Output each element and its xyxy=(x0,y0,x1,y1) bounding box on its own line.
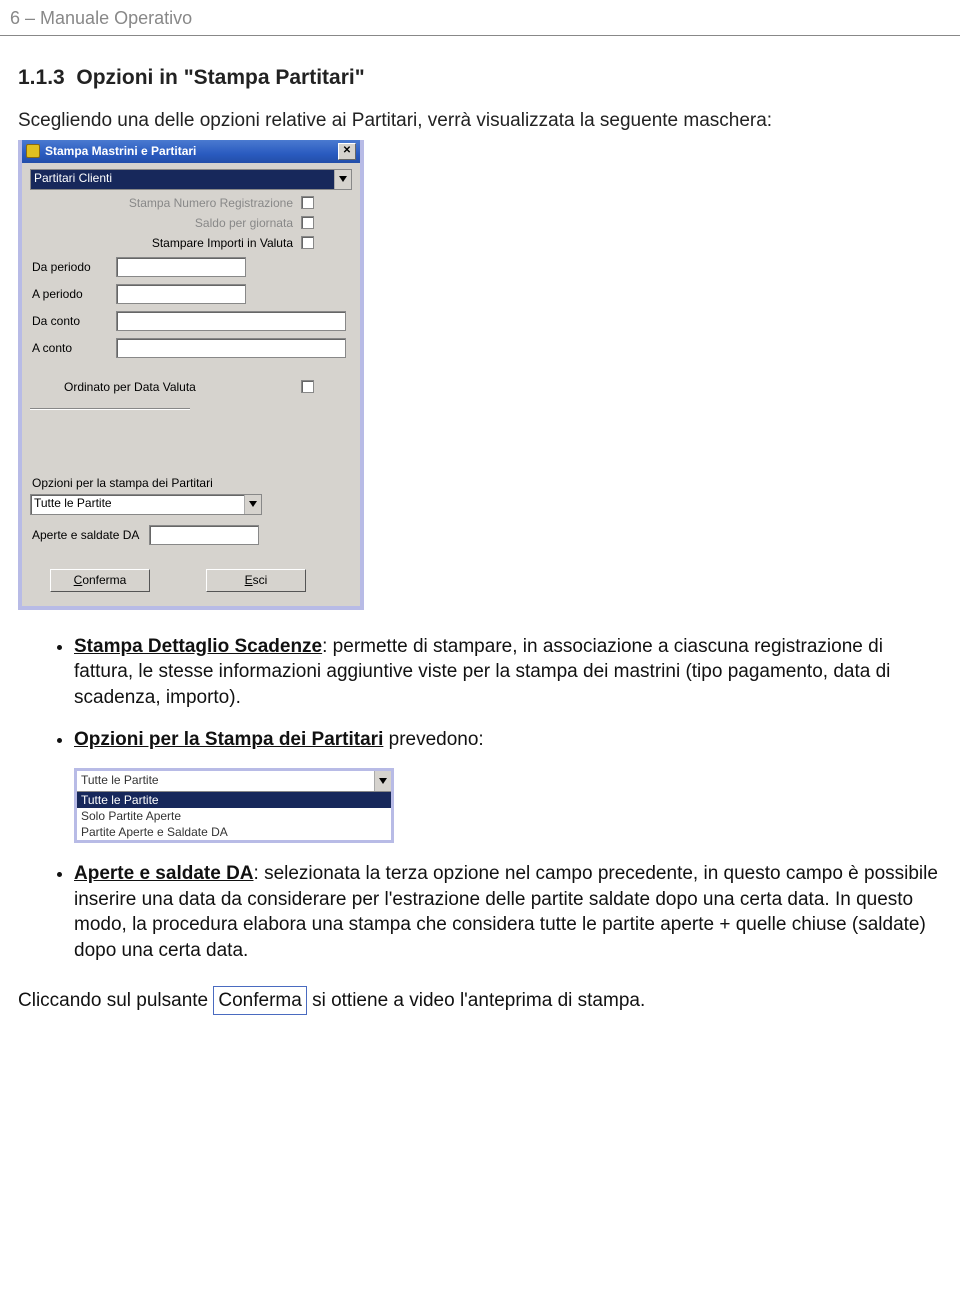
label-opzioni-partitari: Opzioni per la stampa dei Partitari xyxy=(32,476,352,490)
bullet-list: Stampa Dettaglio Scadenze: permette di s… xyxy=(18,634,942,753)
esci-underline: E xyxy=(245,573,253,587)
label-da-conto: Da conto xyxy=(30,314,116,328)
closing-paragraph: Cliccando sul pulsante Conferma si ottie… xyxy=(18,986,942,1016)
combo-opzioni-value: Tutte le Partite xyxy=(31,495,244,514)
bullet-opzioni-stampa: Opzioni per la Stampa dei Partitari prev… xyxy=(74,727,942,753)
checkbox-ordinato-data-valuta[interactable] xyxy=(301,380,314,393)
combo-arrow-icon[interactable] xyxy=(374,771,391,791)
header-title: Manuale Operativo xyxy=(40,8,192,28)
dialog-title: Stampa Mastrini e Partitari xyxy=(45,144,338,158)
dialog-window: Stampa Mastrini e Partitari ✕ Partitari … xyxy=(18,140,364,610)
bullet-list-2: Aperte e saldate DA: selezionata la terz… xyxy=(18,861,942,964)
input-aperte-saldate-da[interactable] xyxy=(149,525,259,545)
dropdown-open-illustration: Tutte le Partite Tutte le Partite Solo P… xyxy=(74,768,394,843)
combo-arrow-icon[interactable] xyxy=(244,495,261,514)
section-title: Opzioni in "Stampa Partitari" xyxy=(76,66,364,89)
checkbox-importi-valuta[interactable] xyxy=(301,236,314,249)
bullet2-bold: Opzioni per la Stampa dei Partitari xyxy=(74,729,383,750)
dropdown-item-2[interactable]: Partite Aperte e Saldate DA xyxy=(77,824,391,840)
dropdown-value: Tutte le Partite xyxy=(77,771,374,791)
conferma-rest: onferma xyxy=(82,573,126,587)
divider-line xyxy=(30,408,190,410)
close-button[interactable]: ✕ xyxy=(338,143,356,160)
label-a-conto: A conto xyxy=(30,341,116,355)
input-a-periodo[interactable] xyxy=(116,284,246,304)
dropdown-list: Tutte le Partite Solo Partite Aperte Par… xyxy=(77,792,391,840)
dropdown-item-0[interactable]: Tutte le Partite xyxy=(77,792,391,808)
bullet2-text: prevedono: xyxy=(383,729,483,750)
input-da-conto[interactable] xyxy=(116,311,346,331)
label-a-periodo: A periodo xyxy=(30,287,116,301)
combo-report-type-value: Partitari Clienti xyxy=(31,170,334,189)
closing-pre: Cliccando sul pulsante xyxy=(18,990,213,1011)
dropdown-field[interactable]: Tutte le Partite xyxy=(77,771,391,792)
combo-opzioni-partitari[interactable]: Tutte le Partite xyxy=(30,494,262,515)
bullet1-bold: Stampa Dettaglio Scadenze xyxy=(74,636,322,657)
header-sep: – xyxy=(20,8,40,28)
dropdown-item-1[interactable]: Solo Partite Aperte xyxy=(77,808,391,824)
label-ordinato-data-valuta: Ordinato per Data Valuta xyxy=(30,380,301,394)
label-importi-valuta: Stampare Importi in Valuta xyxy=(30,236,301,250)
section-heading: 1.1.3 Opzioni in "Stampa Partitari" xyxy=(18,66,942,90)
checkbox-saldo-giornata[interactable] xyxy=(301,216,314,229)
label-da-periodo: Da periodo xyxy=(30,260,116,274)
esci-rest: sci xyxy=(253,573,268,587)
input-da-periodo[interactable] xyxy=(116,257,246,277)
bullet3-bold: Aperte e saldate DA xyxy=(74,863,254,884)
label-stampa-numero: Stampa Numero Registrazione xyxy=(30,196,301,210)
conferma-button[interactable]: Conferma xyxy=(50,569,150,592)
page-header: 6 – Manuale Operativo xyxy=(0,0,960,36)
label-aperte-saldate-da: Aperte e saldate DA xyxy=(30,528,139,542)
page-number: 6 xyxy=(10,8,20,28)
intro-text: Scegliendo una delle opzioni relative ai… xyxy=(18,108,942,134)
closing-post: si ottiene a video l'anteprima di stampa… xyxy=(307,990,645,1011)
bullet-aperte-saldate: Aperte e saldate DA: selezionata la terz… xyxy=(74,861,942,964)
conferma-underline: C xyxy=(74,573,83,587)
combo-report-type[interactable]: Partitari Clienti xyxy=(30,169,352,190)
checkbox-stampa-numero[interactable] xyxy=(301,196,314,209)
esci-button[interactable]: Esci xyxy=(206,569,306,592)
conferma-inline-box: Conferma xyxy=(213,986,306,1016)
dialog-titlebar: Stampa Mastrini e Partitari ✕ xyxy=(22,140,360,163)
window-icon xyxy=(26,144,40,158)
combo-arrow-icon[interactable] xyxy=(334,170,351,189)
section-number: 1.1.3 xyxy=(18,66,65,89)
input-a-conto[interactable] xyxy=(116,338,346,358)
label-saldo-giornata: Saldo per giornata xyxy=(30,216,301,230)
bullet-stampa-dettaglio: Stampa Dettaglio Scadenze: permette di s… xyxy=(74,634,942,711)
